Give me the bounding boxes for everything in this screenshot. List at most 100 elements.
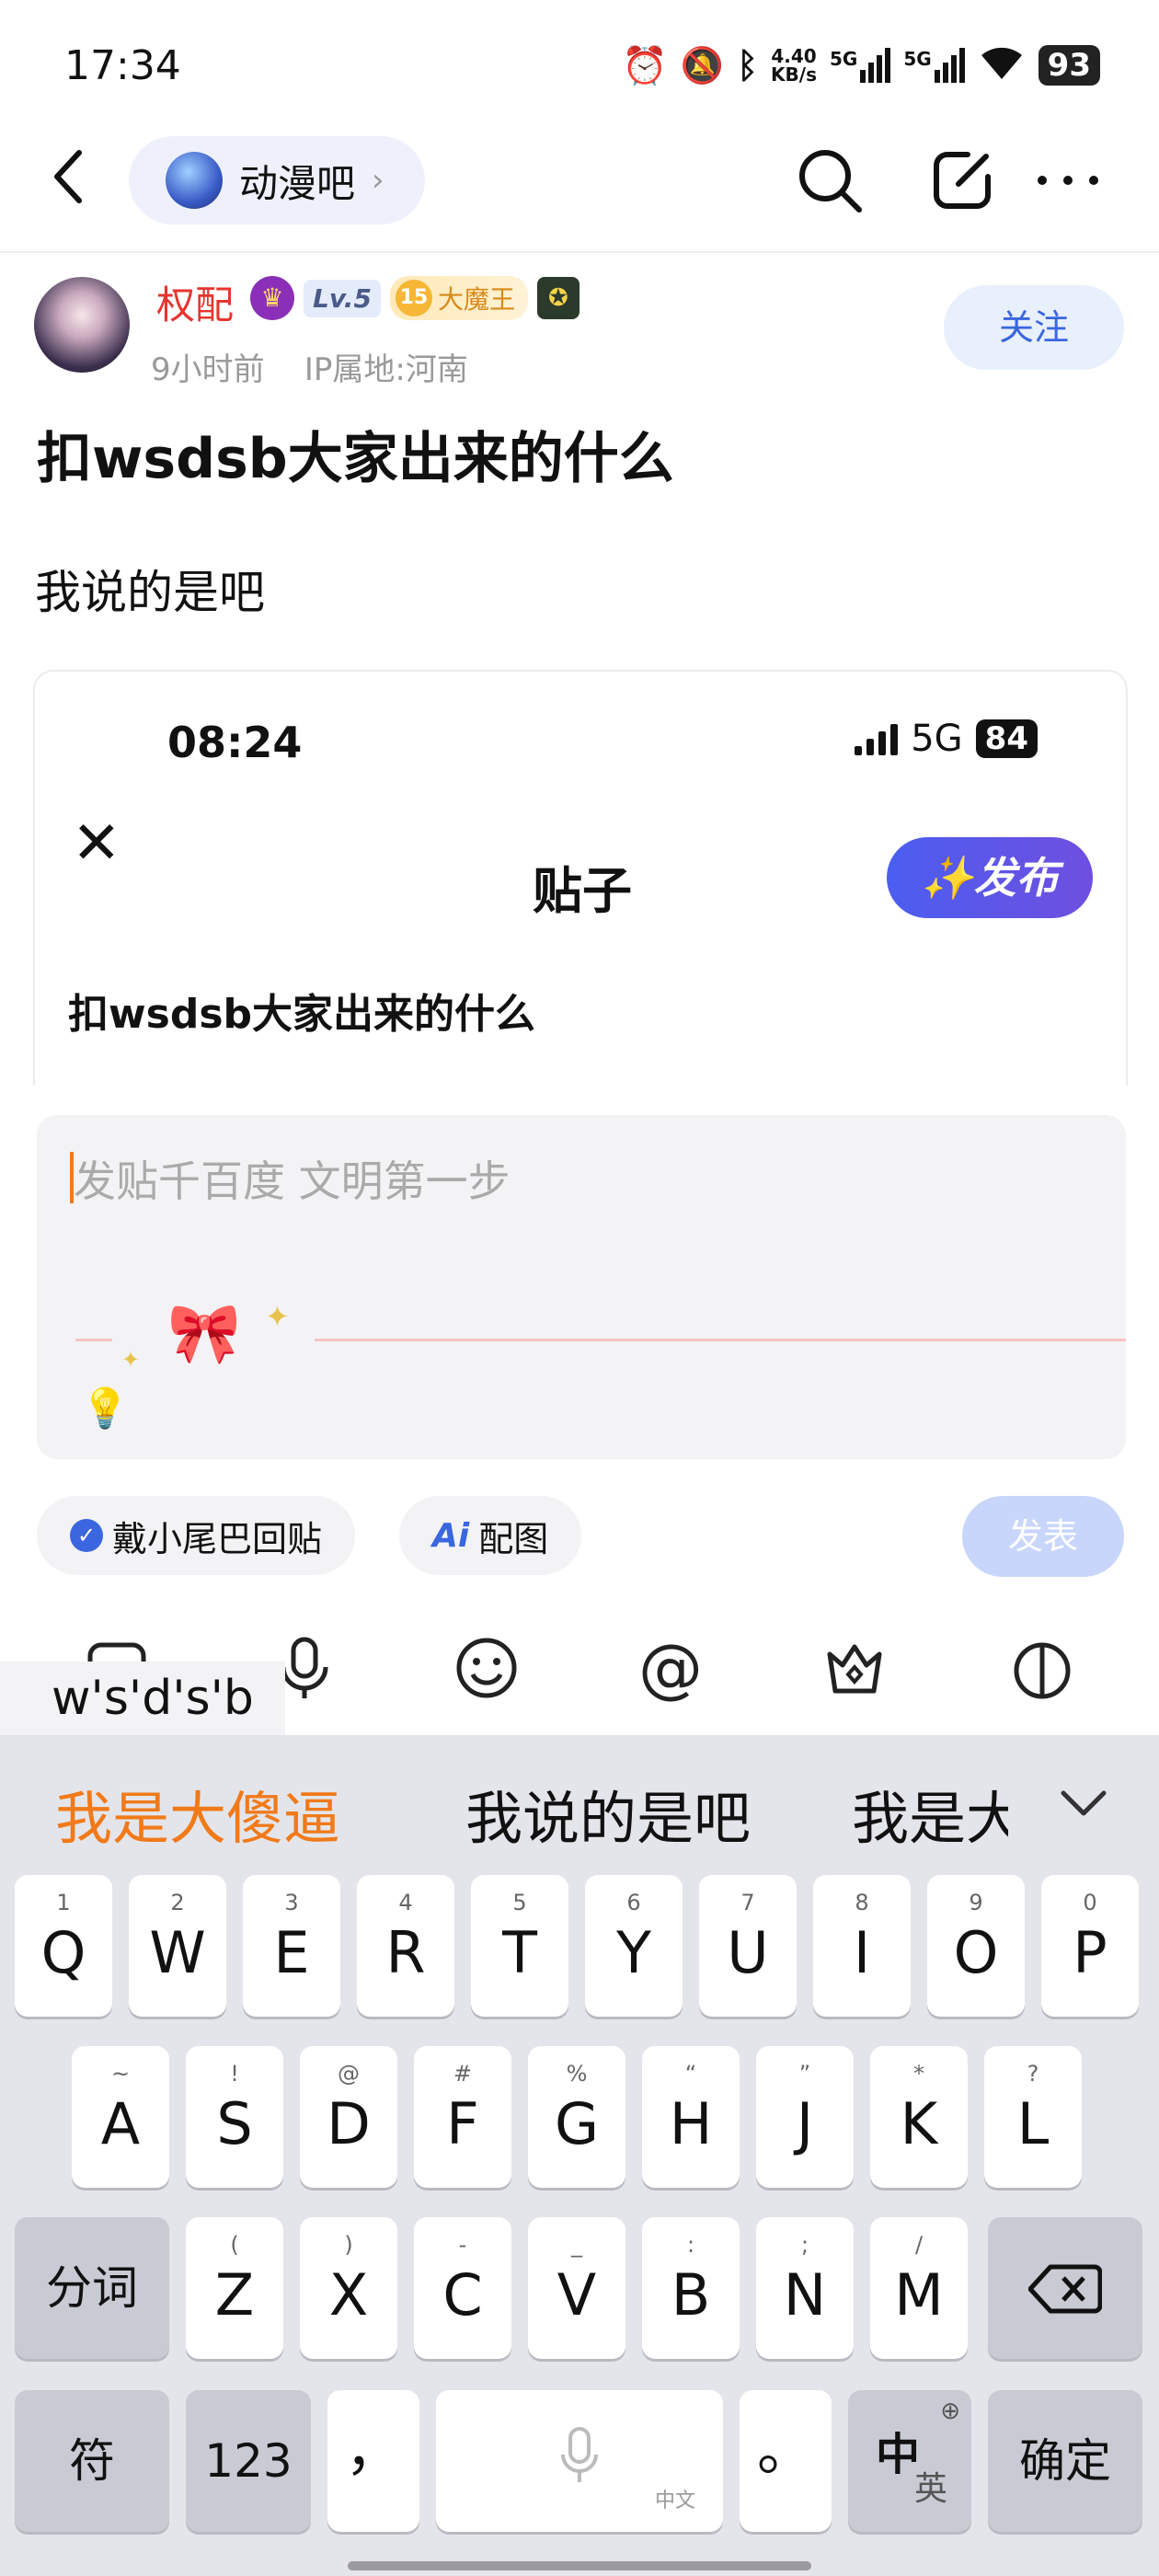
- author-meta: 9小时前 IP属地:河南: [151, 344, 468, 389]
- chevron-down-icon[interactable]: [1060, 1777, 1107, 1827]
- chevron-right-icon: ›: [372, 162, 384, 199]
- number-key[interactable]: 123: [186, 2390, 311, 2532]
- status-icons: ⏰ 🔕 ᛒ 4.40 KB/s 5G 5G 93: [622, 44, 1100, 87]
- key-c[interactable]: -C: [414, 2217, 511, 2359]
- globe-icon: ⊕: [940, 2398, 960, 2425]
- key-h[interactable]: “H: [642, 2046, 740, 2188]
- key-g[interactable]: % G: [528, 2046, 625, 2188]
- key-m[interactable]: / M: [870, 2217, 968, 2359]
- ip-location: IP属地:河南: [304, 351, 468, 388]
- post-title: 扣wsdsb大家出来的什么: [37, 427, 674, 491]
- gift-icon[interactable]: [822, 1636, 887, 1700]
- key-w[interactable]: 2W: [129, 1875, 226, 2017]
- ime-candidate[interactable]: 我是大傻逼: [55, 1772, 340, 1855]
- embed-status-icons: 5G 84: [855, 718, 1038, 760]
- divider: [0, 251, 1159, 253]
- key-b[interactable]: :B: [642, 2217, 740, 2359]
- forum-name: 动漫吧: [239, 160, 356, 206]
- signal-icon: 5G: [830, 48, 891, 83]
- key-n[interactable]: ; N: [756, 2217, 854, 2359]
- key-a[interactable]: ~ A: [72, 2046, 169, 2188]
- ai-image-chip[interactable]: Ai 配图: [399, 1496, 582, 1575]
- key-t[interactable]: 5T: [471, 1875, 568, 2017]
- key-p[interactable]: 0P: [1041, 1875, 1139, 2017]
- alarm-icon: ⏰: [622, 44, 668, 87]
- at-icon[interactable]: @: [638, 1636, 703, 1700]
- signal-icon: [855, 722, 899, 755]
- embed-post-title: 扣wsdsb大家出来的什么: [68, 991, 536, 1038]
- post-time: 9小时前: [151, 351, 265, 388]
- medal-icon: ✪: [536, 277, 580, 319]
- ime-candidate[interactable]: 我说的是吧: [465, 1772, 751, 1855]
- bulb-icon[interactable]: 💡: [81, 1386, 129, 1432]
- emoji-icon[interactable]: [454, 1636, 519, 1700]
- embedded-screenshot[interactable]: 08:24 5G 84 ✕ 贴子 ✨发布 扣wsdsb大家出来的什么: [33, 670, 1128, 1086]
- king-badge: 15 大魔王: [389, 276, 528, 320]
- vote-icon[interactable]: [1010, 1636, 1074, 1700]
- more-icon[interactable]: [1036, 173, 1100, 191]
- follow-button[interactable]: 关注: [944, 285, 1124, 370]
- key-d[interactable]: @ D: [300, 2046, 397, 2188]
- crown-icon: ♛: [250, 276, 294, 320]
- reply-composer[interactable]: 发贴千百度 文明第一步 ✦ 🎀 ✦ 💡: [37, 1115, 1126, 1459]
- decor-line: [315, 1339, 1126, 1341]
- tail-chip[interactable]: ✓ 戴小尾巴回贴: [37, 1496, 356, 1575]
- mic-icon: [436, 2390, 723, 2490]
- key-k[interactable]: * K: [870, 2046, 968, 2188]
- comma-key[interactable]: ，: [327, 2390, 419, 2532]
- author-name[interactable]: 权配: [156, 274, 234, 330]
- key-q[interactable]: 1Q: [15, 1875, 112, 2017]
- keyboard: 我是大傻逼 我说的是吧 我是大 1 Q 2 W 3 E 4 R 5 T 6 Y 7 U 8 I 9 O 0 P ~ A! S…: [0, 1735, 1159, 2576]
- post-body: 我说的是吧: [35, 566, 265, 619]
- search-icon[interactable]: [795, 145, 865, 215]
- embed-status-time: 08:24: [167, 718, 303, 767]
- key-o[interactable]: 9O: [927, 1875, 1025, 2017]
- forum-avatar: [166, 152, 223, 209]
- key-z[interactable]: (Z: [186, 2217, 283, 2359]
- key-s[interactable]: ! S: [186, 2046, 283, 2188]
- back-icon[interactable]: [50, 147, 105, 212]
- key-y[interactable]: 6Y: [585, 1875, 683, 2017]
- confirm-key[interactable]: 确定: [988, 2390, 1142, 2532]
- decor-line: [75, 1339, 112, 1341]
- key-f[interactable]: # F: [414, 2046, 511, 2188]
- author-badges: ♛ Lv.5 15 大魔王 ✪: [250, 276, 580, 320]
- ai-icon: Ai: [432, 1516, 470, 1555]
- ime-composing-text: w's'd's'b: [0, 1662, 285, 1735]
- lang-switch-key[interactable]: ⊕ 中 英: [848, 2390, 971, 2532]
- embed-publish-button: ✨发布: [887, 837, 1093, 918]
- symbol-key[interactable]: 符: [15, 2390, 169, 2532]
- period-key[interactable]: 。: [740, 2390, 832, 2532]
- check-icon: ✓: [70, 1519, 103, 1552]
- reply-input-placeholder[interactable]: 发贴千百度 文明第一步: [74, 1148, 511, 1209]
- key-l[interactable]: ? L: [984, 2046, 1082, 2188]
- key-v[interactable]: _ V: [528, 2217, 625, 2359]
- backspace-icon: [988, 2217, 1142, 2318]
- sparkle-icon: ✦: [265, 1299, 290, 1334]
- fenci-key[interactable]: 分词: [15, 2217, 169, 2359]
- home-indicator: [348, 2561, 811, 2570]
- key-e[interactable]: 3E: [243, 1875, 340, 2017]
- ime-candidate[interactable]: 我是大: [852, 1772, 1008, 1855]
- key-x[interactable]: ) X: [300, 2217, 397, 2359]
- battery-indicator: 93: [1038, 45, 1100, 86]
- status-time: 17:34: [64, 42, 181, 89]
- key-j[interactable]: ” J: [756, 2046, 854, 2188]
- level-badge: Lv.5: [304, 279, 381, 317]
- key-i[interactable]: 8I: [813, 1875, 911, 2017]
- wifi-icon: [978, 44, 1026, 86]
- key-u[interactable]: 7U: [699, 1875, 797, 2017]
- sparkle-icon: ✦: [121, 1347, 141, 1373]
- battery-indicator: 84: [975, 719, 1038, 758]
- net-speed: 4.40 KB/s: [771, 45, 817, 86]
- signal-icon: 5G: [903, 48, 965, 83]
- forum-pill[interactable]: 动漫吧 ›: [129, 136, 425, 224]
- edit-icon[interactable]: [931, 147, 995, 212]
- bluetooth-icon: ᛒ: [737, 45, 759, 86]
- author-avatar[interactable]: [31, 274, 132, 375]
- key-r[interactable]: 4R: [357, 1875, 454, 2017]
- mute-icon: 🔕: [680, 44, 725, 86]
- backspace-key[interactable]: [988, 2217, 1142, 2359]
- send-button[interactable]: 发表: [962, 1496, 1124, 1577]
- space-key[interactable]: 中文: [436, 2390, 723, 2532]
